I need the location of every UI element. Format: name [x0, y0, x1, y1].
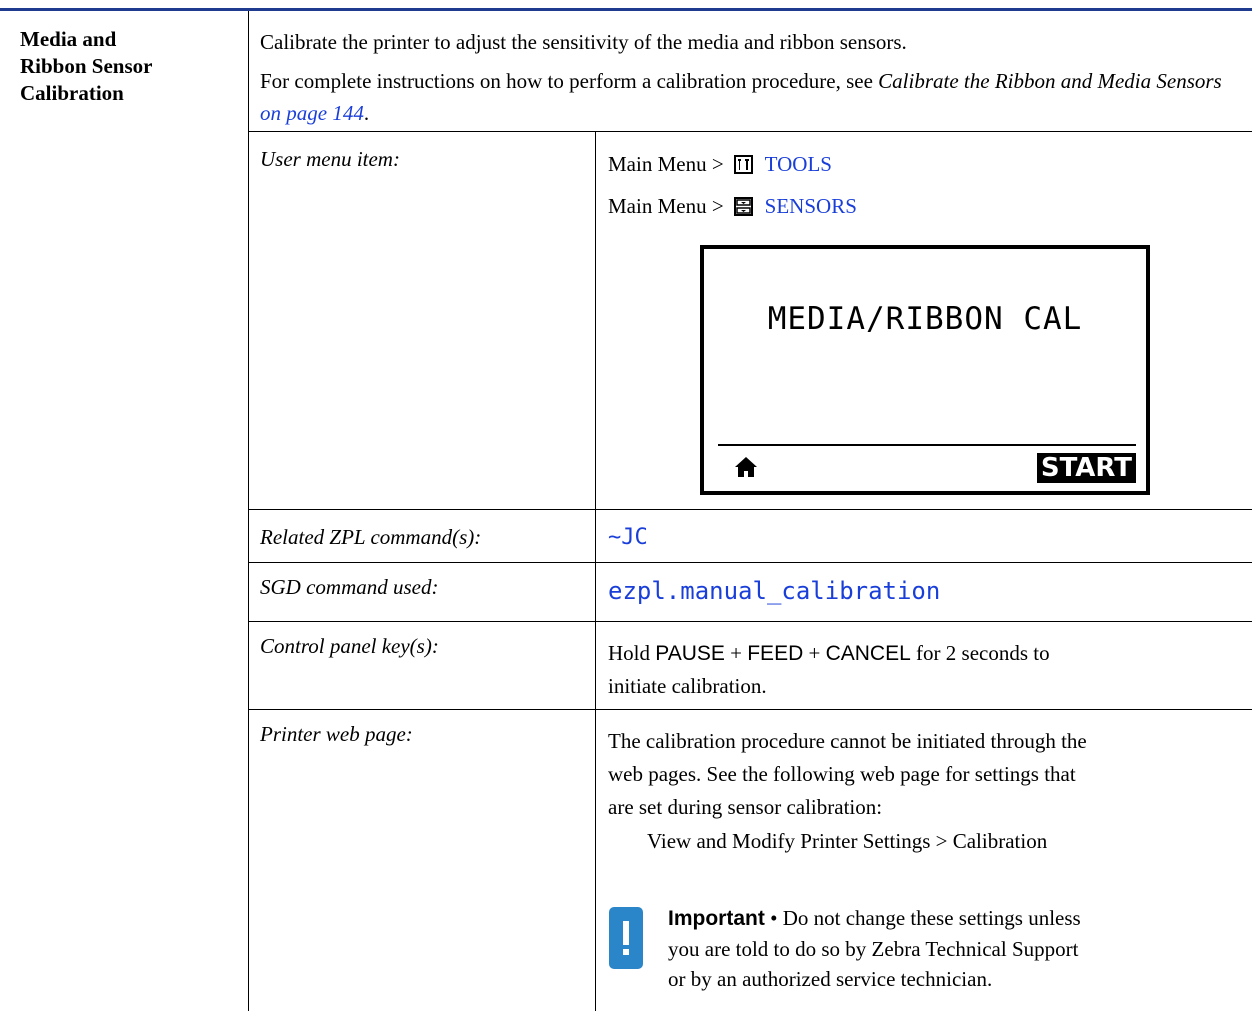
tools-link[interactable]: TOOLS: [765, 152, 832, 177]
sensors-link[interactable]: SENSORS: [765, 194, 857, 219]
tools-icon: [733, 155, 753, 174]
bullet: •: [764, 906, 783, 930]
important-note: Important • Do not change these settings…: [668, 903, 1248, 994]
instructions-suffix: .: [363, 101, 370, 125]
plus-sign: +: [803, 641, 826, 665]
web-page-line: web pages. See the following web page fo…: [608, 762, 1076, 786]
important-text: Do not change these settings unless: [782, 906, 1081, 930]
row-divider: [248, 131, 1252, 132]
lcd-divider: [718, 444, 1136, 446]
row-divider: [248, 621, 1252, 622]
instructions-text: For complete instructions on how to perf…: [260, 65, 1240, 129]
menu-path-prefix: Main Menu >: [608, 152, 724, 176]
important-label: Important: [668, 907, 765, 930]
col-divider-1: [248, 11, 249, 1011]
section-title-line: Calibration: [20, 81, 124, 105]
top-rule: [0, 8, 1252, 11]
important-line: Important • Do not change these settings…: [668, 903, 1248, 934]
sgd-command[interactable]: ezpl.manual_calibration: [608, 577, 940, 605]
web-page-text: The calibration procedure cannot be init…: [608, 725, 1248, 824]
hold-text: Hold: [608, 641, 656, 665]
section-title-line: Ribbon Sensor: [20, 54, 153, 78]
web-page-line: The calibration procedure cannot be init…: [608, 729, 1087, 753]
section-title-line: Media and: [20, 27, 117, 51]
menu-path-prefix: Main Menu >: [608, 194, 724, 218]
important-line: or by an authorized service technician.: [668, 967, 993, 991]
control-panel-label: Control panel key(s):: [260, 634, 439, 658]
row-divider: [248, 509, 1252, 510]
col-divider-2: [595, 131, 596, 1011]
zpl-command[interactable]: ~JC: [608, 525, 648, 550]
sgd-label: SGD command used:: [260, 575, 439, 599]
menu-path-sensors: Main Menu > SENSORS: [608, 194, 857, 219]
home-icon[interactable]: [734, 456, 758, 478]
zpl-label: Related ZPL command(s):: [260, 525, 482, 549]
important-line: you are told to do so by Zebra Technical…: [668, 937, 1079, 961]
sensors-icon: [733, 197, 753, 216]
instructions-prefix: For complete instructions on how to perf…: [260, 69, 879, 93]
row-divider: [248, 562, 1252, 563]
instructions-ref: Calibrate the Ribbon and Media Sensors: [878, 69, 1222, 93]
lcd-title: MEDIA/RIBBON CAL: [767, 301, 1083, 337]
web-page-path: View and Modify Printer Settings > Calib…: [647, 829, 1048, 853]
page-link[interactable]: on page 144: [260, 101, 364, 125]
feed-key: FEED: [747, 642, 804, 665]
start-softkey[interactable]: START: [1036, 453, 1136, 483]
control-panel-line: Hold PAUSE + FEED + CANCEL for 2 seconds…: [608, 637, 1238, 670]
control-panel-line: initiate calibration.: [608, 674, 767, 698]
menu-path-tools: Main Menu > TOOLS: [608, 152, 832, 177]
intro-text: Calibrate the printer to adjust the sens…: [260, 30, 907, 54]
section-title: Media and Ribbon Sensor Calibration: [20, 26, 220, 107]
lcd-screen: MEDIA/RIBBON CAL START: [700, 245, 1150, 495]
exclamation-icon: [609, 907, 643, 969]
web-page-line: are set during sensor calibration:: [608, 795, 883, 819]
pause-key: PAUSE: [655, 642, 725, 665]
user-menu-label: User menu item:: [260, 147, 400, 171]
cancel-key: CANCEL: [825, 642, 911, 665]
control-panel-text: Hold PAUSE + FEED + CANCEL for 2 seconds…: [608, 637, 1238, 702]
web-page-label: Printer web page:: [260, 722, 413, 746]
row-divider: [248, 709, 1252, 710]
plus-sign: +: [724, 641, 748, 665]
control-panel-suffix: for 2 seconds to: [910, 641, 1050, 665]
